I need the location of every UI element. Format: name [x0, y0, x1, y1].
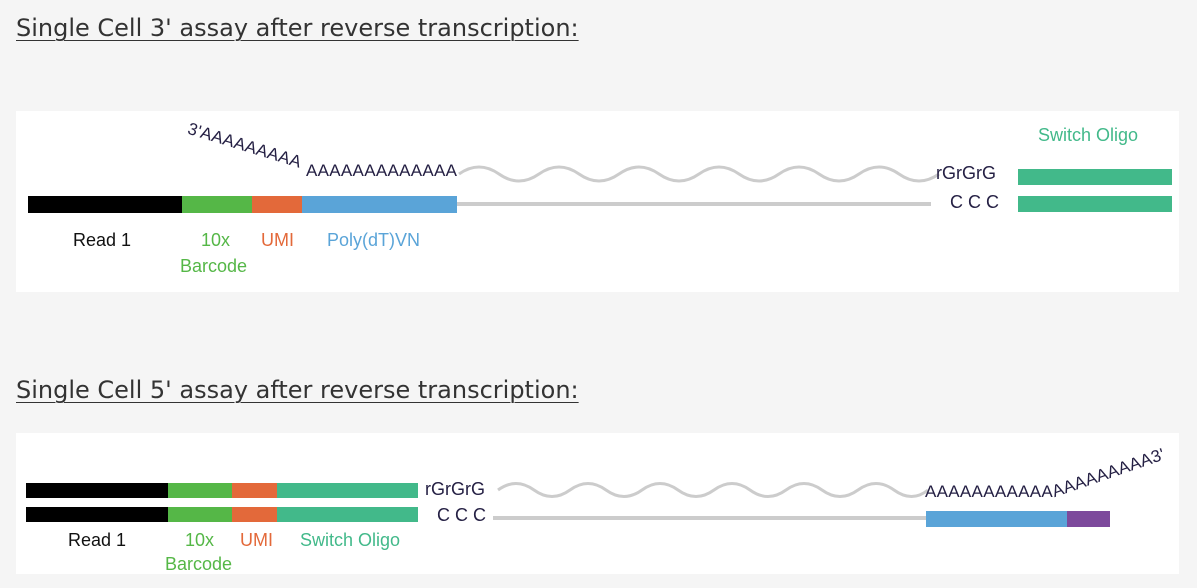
barcode-segment-bottom	[168, 507, 232, 522]
read1-segment-bottom	[26, 507, 168, 522]
switch-oligo-segment-bottom	[277, 507, 418, 522]
rgrgrg-label: rGrGrG	[425, 479, 485, 499]
read1-label: Read 1	[73, 230, 132, 250]
umi-segment-top	[232, 483, 277, 498]
assay-3prime-diagram: 3'AAAAAAAAA AAAAAAAAAAAAA Switch Oligo r…	[16, 111, 1179, 292]
umi-label: UMI	[240, 530, 273, 550]
ccc-label: C C C	[950, 192, 999, 212]
cdna-strand	[493, 516, 927, 520]
assay-5prime-diagram: rGrGrG C C C AAAAAAAAAAA AAAAAAAAA3' Rea…	[16, 433, 1179, 574]
barcode-segment	[182, 196, 252, 213]
switch-oligo-bottom-bar	[1018, 196, 1172, 212]
umi-segment	[252, 196, 302, 213]
read1-label: Read 1	[68, 530, 127, 550]
ccc-label: C C C	[437, 505, 486, 525]
read1-segment	[28, 196, 182, 213]
mrna-strand	[458, 165, 940, 183]
polya-tail-upper: 3'AAAAAAAAA	[185, 119, 304, 172]
polya-tail-flat: AAAAAAAAAAA	[925, 482, 1054, 501]
switch-oligo-segment-top	[277, 483, 418, 498]
switch-oligo-label: Switch Oligo	[1038, 125, 1139, 145]
mrna-strand	[497, 482, 929, 498]
assay-5prime-heading: Single Cell 5' assay after reverse trans…	[16, 376, 579, 404]
read1-segment-top	[26, 483, 168, 498]
polya-tail-lower: AAAAAAAAAAAAA	[306, 161, 458, 180]
assay-3prime-heading: Single Cell 3' assay after reverse trans…	[16, 14, 579, 42]
umi-label: UMI	[261, 230, 294, 250]
switch-oligo-top-bar	[1018, 169, 1172, 185]
barcode-segment-top	[168, 483, 232, 498]
barcode-label-10x: 10x	[185, 530, 215, 550]
cdna-strand	[457, 202, 931, 206]
polydt-label: Poly(dT)VN	[327, 230, 421, 250]
rgrgrg-label: rGrGrG	[936, 163, 996, 183]
end-segment	[1067, 511, 1110, 527]
barcode-label: Barcode	[165, 554, 233, 574]
switch-oligo-label: Switch Oligo	[300, 530, 401, 550]
polya-tail-rising: AAAAAAAAA3'	[1049, 444, 1168, 502]
barcode-label: Barcode	[180, 256, 248, 276]
polydt-segment	[302, 196, 457, 213]
polydt-segment	[926, 511, 1067, 527]
umi-segment-bottom	[232, 507, 277, 522]
barcode-label-10x: 10x	[201, 230, 231, 250]
